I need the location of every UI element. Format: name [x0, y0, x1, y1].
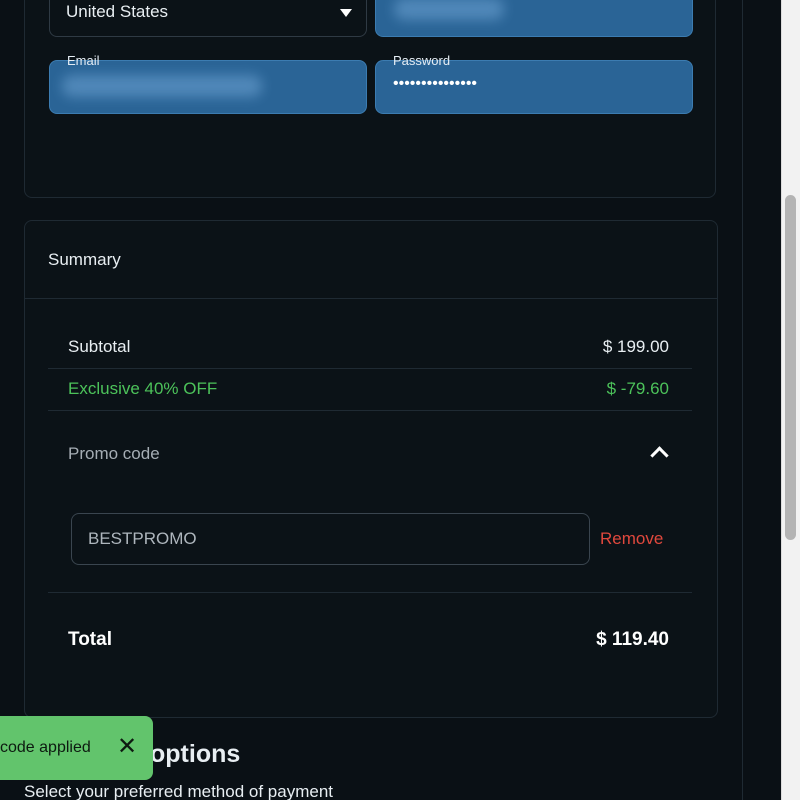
close-icon[interactable]: ✕: [116, 734, 138, 760]
subtotal-label: Subtotal: [68, 337, 131, 356]
email-field[interactable]: Email: [49, 53, 367, 114]
promo-applied-toast: code applied ✕: [0, 716, 153, 780]
remove-promo-button[interactable]: Remove: [600, 529, 663, 549]
email-label: Email: [67, 53, 100, 68]
divider: [25, 298, 717, 299]
total-value: $ 119.40: [596, 629, 669, 650]
redacted-value: [394, 0, 504, 20]
discount-row: Exclusive 40% OFF $ -79.60: [48, 369, 692, 411]
account-card: United States Email Password •••••••••••…: [24, 0, 716, 198]
subtotal-value: $ 199.00: [602, 337, 669, 356]
toast-message: code applied: [0, 739, 91, 756]
summary-card: Summary Subtotal $ 199.00 Exclusive 40% …: [24, 220, 718, 718]
discount-label: Exclusive 40% OFF: [68, 379, 218, 398]
top-right-field[interactable]: [375, 0, 693, 37]
payment-options-title: options: [150, 740, 241, 768]
chevron-down-icon: [340, 9, 352, 17]
country-select[interactable]: United States: [49, 0, 367, 37]
discount-value: $ -79.60: [606, 379, 669, 398]
subtotal-row: Subtotal $ 199.00: [48, 327, 692, 369]
payment-options-subtitle: Select your preferred method of payment: [24, 782, 333, 800]
page-content: United States Email Password •••••••••••…: [0, 0, 742, 800]
chevron-up-icon[interactable]: [650, 446, 669, 465]
country-value: United States: [66, 2, 169, 21]
password-value: •••••••••••••••: [393, 75, 478, 92]
password-field[interactable]: Password •••••••••••••••: [375, 53, 693, 114]
divider: [48, 592, 692, 593]
summary-title: Summary: [48, 250, 121, 269]
redacted-email: [62, 75, 262, 97]
promo-code-input[interactable]: [71, 513, 590, 565]
divider: [742, 0, 743, 800]
password-label: Password: [393, 53, 451, 68]
scrollbar-thumb[interactable]: [785, 195, 796, 540]
total-label: Total: [68, 629, 112, 650]
promo-code-label[interactable]: Promo code: [68, 444, 160, 464]
checkout-page: United States Email Password •••••••••••…: [0, 0, 800, 800]
